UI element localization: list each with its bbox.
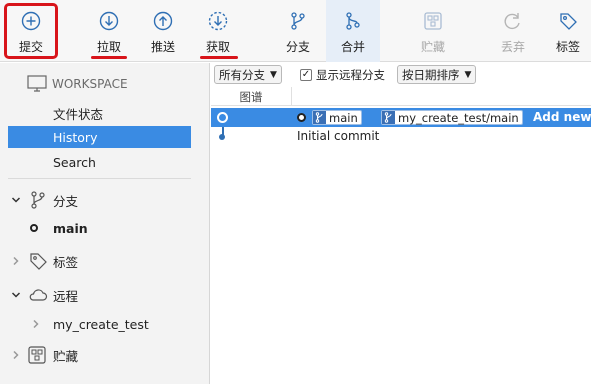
annotation-box — [4, 3, 58, 59]
tag-icon — [28, 251, 48, 274]
chevron-right-icon — [10, 349, 22, 361]
fetch-label: 获取 — [205, 40, 230, 54]
chevron-down-icon: ▼ — [270, 69, 277, 80]
pull-label: 拉取 — [96, 40, 121, 54]
discard-icon — [502, 10, 524, 32]
discard-label: 丢弃 — [500, 40, 525, 54]
fetch-button[interactable]: 获取 — [197, 0, 239, 62]
annotation-underline — [200, 56, 238, 59]
workspace-header: WORKSPACE — [0, 73, 210, 95]
show-remote-label: 显示远程分支 — [316, 68, 385, 82]
sidebar-item-branch-main[interactable]: main — [0, 217, 210, 239]
stash-icon — [28, 346, 46, 367]
remote-tag-main[interactable]: my_create_test/main — [381, 110, 523, 125]
sidebar-item-file-status[interactable]: 文件状态 — [0, 102, 210, 124]
branch-icon — [313, 111, 326, 124]
sidebar-section-label: 分支 — [53, 193, 79, 209]
sidebar-item-label: History — [53, 129, 98, 145]
head-indicator-icon — [297, 113, 306, 122]
tag-icon — [557, 10, 579, 32]
cloud-icon — [28, 287, 48, 306]
sidebar: WORKSPACE 文件状态 History Search 分支 main 标签 — [0, 63, 210, 384]
sidebar-item-label: my_create_test — [53, 316, 149, 332]
merge-icon — [342, 10, 364, 32]
branch-tag-label: main — [329, 110, 358, 125]
workspace-header-label: WORKSPACE — [52, 77, 128, 91]
sidebar-item-label: 文件状态 — [53, 106, 104, 122]
sort-order-dropdown[interactable]: 按日期排序 ▼ — [397, 65, 477, 84]
branch-filter-value: 所有分支 — [219, 67, 265, 82]
column-divider — [291, 87, 292, 106]
sidebar-item-label: Search — [53, 154, 96, 170]
stash-label: 贮藏 — [420, 40, 445, 54]
discard-button[interactable]: 丢弃 — [492, 0, 534, 62]
branch-icon — [29, 190, 47, 213]
commit-row[interactable]: Initial commit — [211, 127, 591, 146]
commit-row[interactable]: main my_create_test/main Add new — [211, 108, 591, 127]
sidebar-section-branches[interactable]: 分支 — [0, 189, 210, 211]
push-label: 推送 — [150, 40, 175, 54]
merge-button[interactable]: 合并 — [326, 0, 380, 62]
push-button[interactable]: 推送 — [142, 0, 184, 62]
sidebar-section-label: 远程 — [53, 288, 79, 304]
sidebar-section-stashes[interactable]: 贮藏 — [0, 344, 210, 366]
commit-message: Add new — [533, 110, 591, 124]
arrow-up-circle-icon — [152, 10, 174, 32]
sidebar-section-label: 标签 — [53, 254, 79, 270]
sort-order-value: 按日期排序 — [402, 67, 460, 82]
show-remote-toggle[interactable]: ✓ 显示远程分支 — [300, 66, 385, 84]
tag-button[interactable]: 标签 — [547, 0, 589, 62]
chevron-down-icon — [10, 194, 22, 206]
stash-icon — [422, 10, 444, 32]
branch-tag-main[interactable]: main — [312, 110, 362, 125]
sidebar-item-remote[interactable]: my_create_test — [0, 313, 210, 335]
chevron-right-icon — [30, 318, 42, 330]
chevron-down-icon — [10, 289, 22, 301]
branch-button[interactable]: 分支 — [277, 0, 319, 62]
chevron-right-icon — [10, 255, 22, 267]
sidebar-section-tags[interactable]: 标签 — [0, 250, 210, 272]
branch-label: 分支 — [285, 40, 310, 54]
history-filter-bar: 所有分支 ▼ ✓ 显示远程分支 按日期排序 ▼ — [211, 63, 591, 87]
graph-node-icon — [219, 134, 225, 140]
sidebar-item-history[interactable]: History — [8, 126, 191, 148]
commit-message: Initial commit — [297, 129, 380, 143]
sidebar-section-remotes[interactable]: 远程 — [0, 284, 210, 306]
monitor-icon — [27, 75, 47, 96]
remote-tag-label: my_create_test/main — [398, 110, 519, 125]
current-branch-icon — [30, 224, 38, 232]
stash-button[interactable]: 贮藏 — [410, 0, 456, 62]
sidebar-section-label: 贮藏 — [53, 348, 79, 364]
sidebar-item-search[interactable]: Search — [0, 151, 210, 173]
branch-icon — [287, 10, 309, 32]
sidebar-item-label: main — [53, 220, 88, 236]
merge-label: 合并 — [340, 40, 365, 54]
chevron-down-icon: ▼ — [464, 69, 472, 80]
sidebar-divider — [8, 178, 191, 179]
toolbar: 提交 拉取 推送 获取 分支 合并 贮藏 丢弃 标签 — [0, 0, 591, 62]
branch-filter-dropdown[interactable]: 所有分支 ▼ — [214, 65, 282, 84]
arrow-down-circle-icon — [98, 10, 120, 32]
graph-column-header: 图谱 — [239, 90, 263, 104]
checkbox-checked-icon[interactable]: ✓ — [300, 69, 312, 81]
graph-node-icon — [217, 112, 228, 123]
annotation-underline — [91, 56, 127, 59]
tag-label: 标签 — [555, 40, 580, 54]
fetch-icon — [207, 10, 229, 32]
branch-icon — [382, 111, 395, 124]
pull-button[interactable]: 拉取 — [88, 0, 130, 62]
history-column-header: 图谱 — [211, 87, 591, 106]
